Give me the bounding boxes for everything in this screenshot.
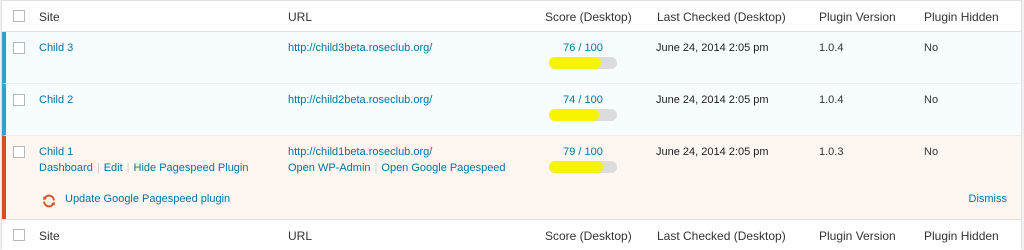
plugin-version: 1.0.4: [819, 94, 844, 106]
separator: |: [374, 162, 378, 174]
table-row-update-available: Child 1 Dashboard | Edit | Hide Pagespeed Pl…: [2, 136, 1021, 219]
table-row: Child 2 http://child2beta.roseclub.org/ …: [2, 84, 1021, 136]
row-checkbox[interactable]: [13, 42, 25, 54]
site-name-link[interactable]: Child 1: [39, 146, 73, 158]
score-bar: [549, 161, 617, 173]
site-name-link[interactable]: Child 2: [39, 94, 73, 106]
dismiss-link[interactable]: Dismiss: [969, 193, 1008, 205]
site-url-link[interactable]: http://child2beta.roseclub.org/: [288, 94, 432, 106]
table-footer: Site URL Score (Desktop) Last Checked (D…: [2, 219, 1021, 250]
dashboard-link[interactable]: Dashboard: [39, 162, 93, 174]
column-plugin-hidden[interactable]: Plugin Hidden: [924, 229, 999, 243]
table-header: Site URL Score (Desktop) Last Checked (D…: [2, 1, 1021, 32]
score-bar-fill: [549, 161, 603, 173]
hide-pagespeed-plugin-link[interactable]: Hide Pagespeed Plugin: [134, 162, 249, 174]
plugin-version: 1.0.4: [819, 42, 844, 54]
score-text[interactable]: 76 / 100: [549, 42, 617, 54]
site-name-link[interactable]: Child 3: [39, 42, 73, 54]
score-bar-fill: [549, 109, 600, 121]
column-last-checked[interactable]: Last Checked (Desktop): [657, 229, 786, 243]
select-all-checkbox[interactable]: [13, 229, 25, 241]
site-url-link[interactable]: http://child3beta.roseclub.org/: [288, 42, 432, 54]
plugin-hidden: No: [924, 146, 939, 158]
column-score[interactable]: Score (Desktop): [545, 10, 632, 24]
last-checked: June 24, 2014 2:05 pm: [656, 146, 769, 158]
row-checkbox[interactable]: [13, 146, 25, 158]
column-score[interactable]: Score (Desktop): [545, 229, 632, 243]
column-url[interactable]: URL: [288, 229, 312, 243]
last-checked: June 24, 2014 2:05 pm: [656, 94, 769, 106]
plugin-hidden: No: [924, 42, 939, 54]
column-plugin-hidden[interactable]: Plugin Hidden: [924, 10, 999, 24]
score-text[interactable]: 74 / 100: [549, 94, 617, 106]
score-bar: [549, 109, 617, 121]
site-url-link[interactable]: http://child1beta.roseclub.org/: [288, 146, 432, 158]
edit-link[interactable]: Edit: [104, 162, 123, 174]
open-google-pagespeed-link[interactable]: Open Google Pagespeed: [381, 162, 505, 174]
column-last-checked[interactable]: Last Checked (Desktop): [657, 10, 786, 24]
score-bar-fill: [549, 57, 601, 69]
column-plugin-version[interactable]: Plugin Version: [819, 229, 896, 243]
separator: |: [126, 162, 130, 174]
update-plugin-link[interactable]: Update Google Pagespeed plugin: [65, 193, 230, 205]
row-checkbox[interactable]: [13, 94, 25, 106]
site-row-actions: Dashboard | Edit | Hide Pagespeed Plugin: [39, 162, 249, 174]
column-site[interactable]: Site: [39, 10, 60, 24]
plugin-hidden: No: [924, 94, 939, 106]
open-wp-admin-link[interactable]: Open WP-Admin: [288, 162, 371, 174]
column-site[interactable]: Site: [39, 229, 60, 243]
update-notice: Update Google Pagespeed plugin Dismiss: [6, 186, 1021, 214]
refresh-icon: [43, 194, 55, 208]
last-checked: June 24, 2014 2:05 pm: [656, 42, 769, 54]
score-text[interactable]: 79 / 100: [549, 146, 617, 158]
table-row: Child 3 http://child3beta.roseclub.org/ …: [2, 32, 1021, 84]
column-url[interactable]: URL: [288, 10, 312, 24]
score-bar: [549, 57, 617, 69]
separator: |: [96, 162, 100, 174]
select-all-checkbox[interactable]: [13, 10, 25, 22]
column-plugin-version[interactable]: Plugin Version: [819, 10, 896, 24]
plugin-version: 1.0.3: [819, 146, 844, 158]
sites-table: Site URL Score (Desktop) Last Checked (D…: [1, 0, 1022, 250]
url-row-actions: Open WP-Admin | Open Google Pagespeed: [288, 162, 506, 174]
